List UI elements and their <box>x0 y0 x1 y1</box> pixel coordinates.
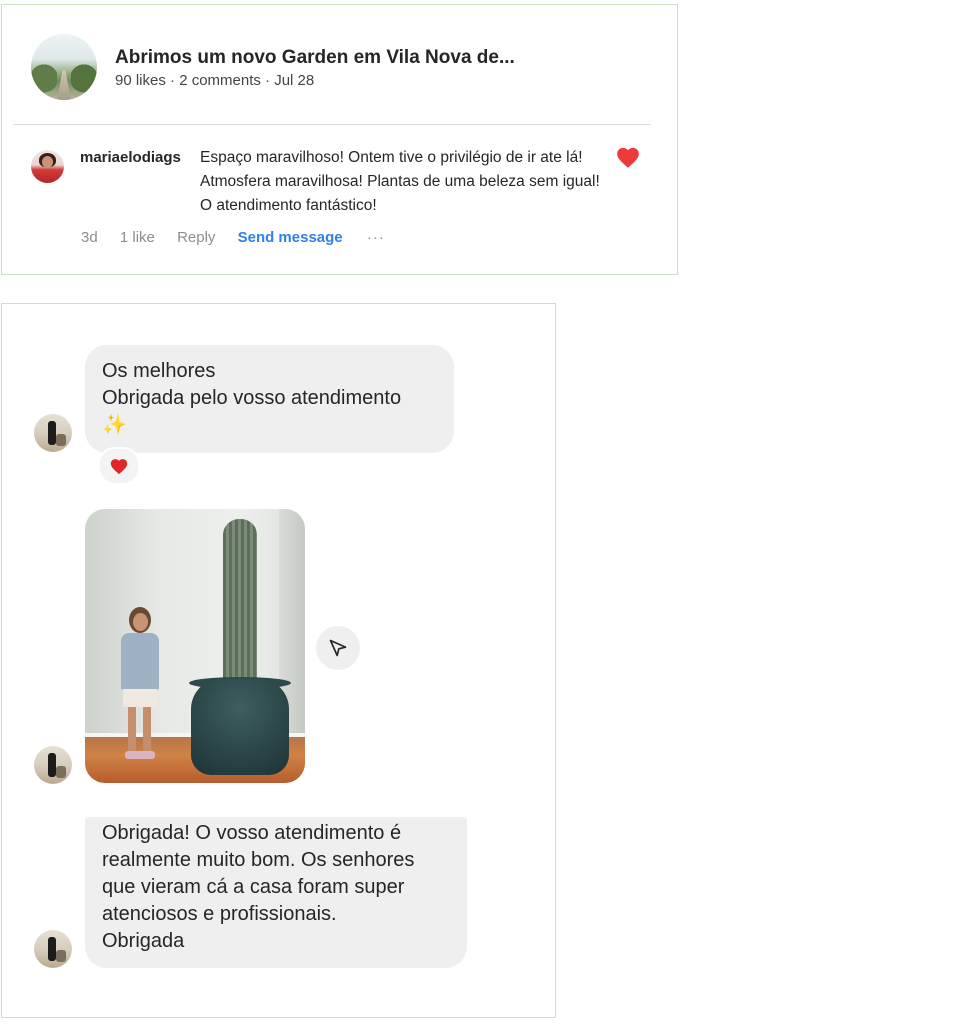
thumbnail-path <box>57 70 71 100</box>
sparkles-icon: ✨ <box>102 414 127 436</box>
photo-child-leg <box>143 707 151 753</box>
paper-plane-icon <box>329 639 347 657</box>
photo-child-shoes <box>125 751 155 759</box>
photo-child-shorts <box>123 689 157 707</box>
comment-time: 3d <box>81 229 98 246</box>
message-line: que vieram cá a casa foram super <box>102 876 405 898</box>
reply-button[interactable]: Reply <box>177 229 215 246</box>
send-message-button[interactable]: Send message <box>238 229 343 246</box>
message-line: Os melhores <box>102 360 216 382</box>
photo-child-shirt <box>121 633 159 691</box>
avatar-figure <box>48 753 56 777</box>
message-photo[interactable] <box>85 509 305 783</box>
avatar-pot <box>56 434 66 446</box>
comment-like-count[interactable]: 1 like <box>120 229 155 246</box>
comment-actions: 3d 1 like Reply Send message ··· <box>81 229 403 246</box>
comment-username[interactable]: mariaelodiags <box>80 149 181 166</box>
comment-text: Espaço maravilhoso! Ontem tive o privilé… <box>200 149 600 214</box>
more-options-icon[interactable]: ··· <box>367 229 385 246</box>
avatar-figure <box>48 421 56 445</box>
message-bubble[interactable]: Os melhores Obrigada pelo vosso atendime… <box>85 345 454 453</box>
post-title[interactable]: Abrimos um novo Garden em Vila Nova de..… <box>115 47 515 69</box>
message-line: Obrigada <box>102 930 185 952</box>
photo-cactus <box>223 519 257 687</box>
commenter-avatar[interactable] <box>31 150 64 183</box>
message-line: Obrigada! O vosso atendimento é <box>102 822 402 844</box>
thumbnail-trees-right <box>71 64 97 100</box>
photo-child-leg <box>128 707 136 753</box>
message-bubble[interactable]: Obrigada! O vosso atendimento é realment… <box>85 817 467 968</box>
avatar-figure <box>48 937 56 961</box>
message-line: atenciosos e profissionais. <box>102 903 337 925</box>
heart-reaction-icon[interactable] <box>98 447 140 485</box>
avatar-face <box>42 156 53 168</box>
sender-avatar[interactable] <box>34 414 72 452</box>
sender-avatar[interactable] <box>34 746 72 784</box>
message-line: realmente muito bom. Os senhores <box>102 849 415 871</box>
dm-thread-card: Os melhores Obrigada pelo vosso atendime… <box>1 303 556 1018</box>
thumbnail-trees-left <box>31 64 57 100</box>
avatar-pot <box>56 950 66 962</box>
sender-avatar[interactable] <box>34 930 72 968</box>
post-comment-card: Abrimos um novo Garden em Vila Nova de..… <box>1 4 678 275</box>
post-thumbnail[interactable] <box>31 34 97 100</box>
heart-icon[interactable] <box>615 145 641 169</box>
photo-child-face <box>133 613 148 631</box>
message-line: Obrigada pelo vosso atendimento <box>102 387 402 409</box>
divider <box>14 124 650 125</box>
share-button[interactable] <box>316 626 360 670</box>
post-meta: 90 likes · 2 comments · Jul 28 <box>115 72 315 89</box>
photo-pot <box>191 679 289 775</box>
avatar-pot <box>56 766 66 778</box>
